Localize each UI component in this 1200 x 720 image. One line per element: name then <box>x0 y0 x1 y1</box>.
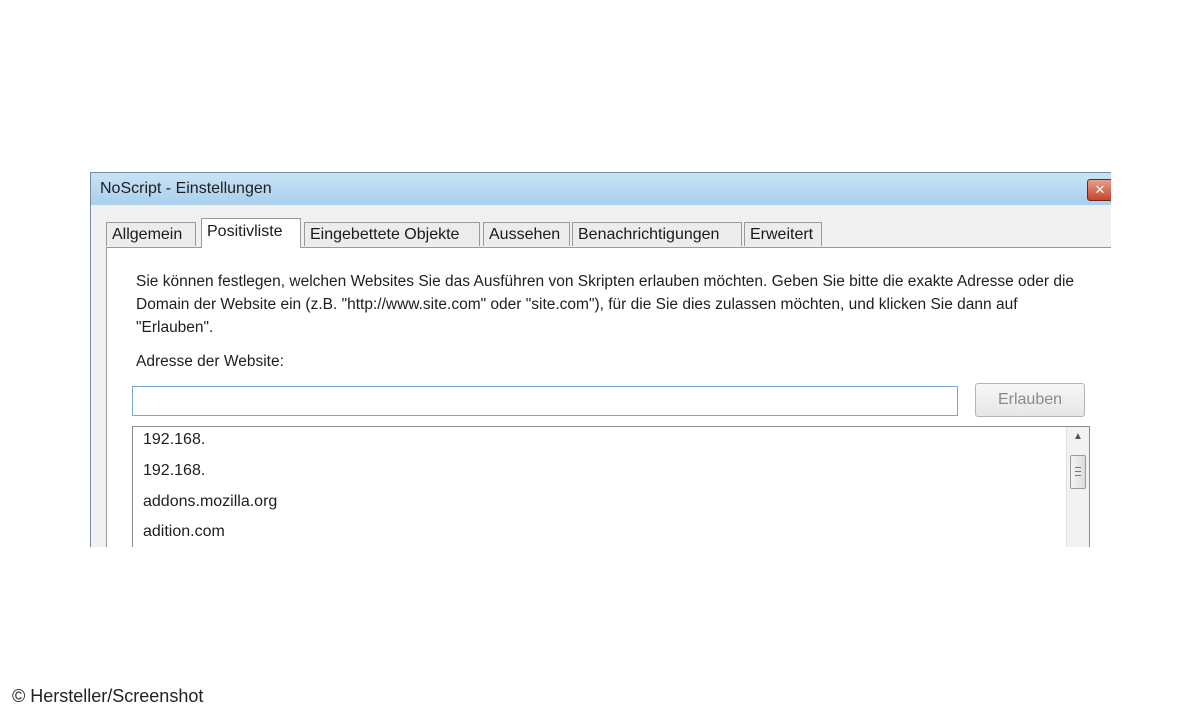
tab-bar: Allgemein Positivliste Eingebettete Obje… <box>106 218 1111 248</box>
tab-positivliste[interactable]: Positivliste <box>201 218 301 248</box>
scroll-thumb[interactable] <box>1070 455 1086 489</box>
tab-aussehen[interactable]: Aussehen <box>483 222 570 246</box>
tab-benachrichtigungen[interactable]: Benachrichtigungen <box>572 222 742 246</box>
grip-line <box>1075 471 1081 472</box>
whitelist-list[interactable]: 192.168. 192.168. addons.mozilla.org adi… <box>132 426 1090 547</box>
positivliste-panel: Sie können festlegen, welchen Websites S… <box>106 247 1111 547</box>
list-item[interactable]: addons.mozilla.org <box>143 493 277 511</box>
description-text: Sie können festlegen, welchen Websites S… <box>136 273 1075 336</box>
list-item[interactable]: adition.com <box>143 523 225 541</box>
grip-line <box>1075 475 1081 476</box>
tab-erweitert[interactable]: Erweitert <box>744 222 822 246</box>
noscript-settings-window: NoScript - Einstellungen ✕ Allgemein Pos… <box>90 172 1111 547</box>
close-button[interactable]: ✕ <box>1087 179 1111 201</box>
grip-line <box>1075 467 1081 468</box>
allow-button[interactable]: Erlauben <box>975 383 1085 417</box>
list-item[interactable]: 192.168. <box>143 462 205 480</box>
address-input[interactable] <box>132 386 958 416</box>
scroll-up-arrow-icon[interactable]: ▲ <box>1067 431 1089 442</box>
tab-eingebettete-objekte[interactable]: Eingebettete Objekte <box>304 222 480 246</box>
image-credit: © Hersteller/Screenshot <box>12 686 204 706</box>
tab-allgemein[interactable]: Allgemein <box>106 222 196 246</box>
vertical-scrollbar[interactable]: ▲ <box>1066 427 1089 547</box>
list-item[interactable]: 192.168. <box>143 431 205 449</box>
address-label: Adresse der Website: <box>136 353 284 370</box>
window-title: NoScript - Einstellungen <box>100 180 272 197</box>
title-bar[interactable]: NoScript - Einstellungen ✕ <box>91 173 1111 205</box>
